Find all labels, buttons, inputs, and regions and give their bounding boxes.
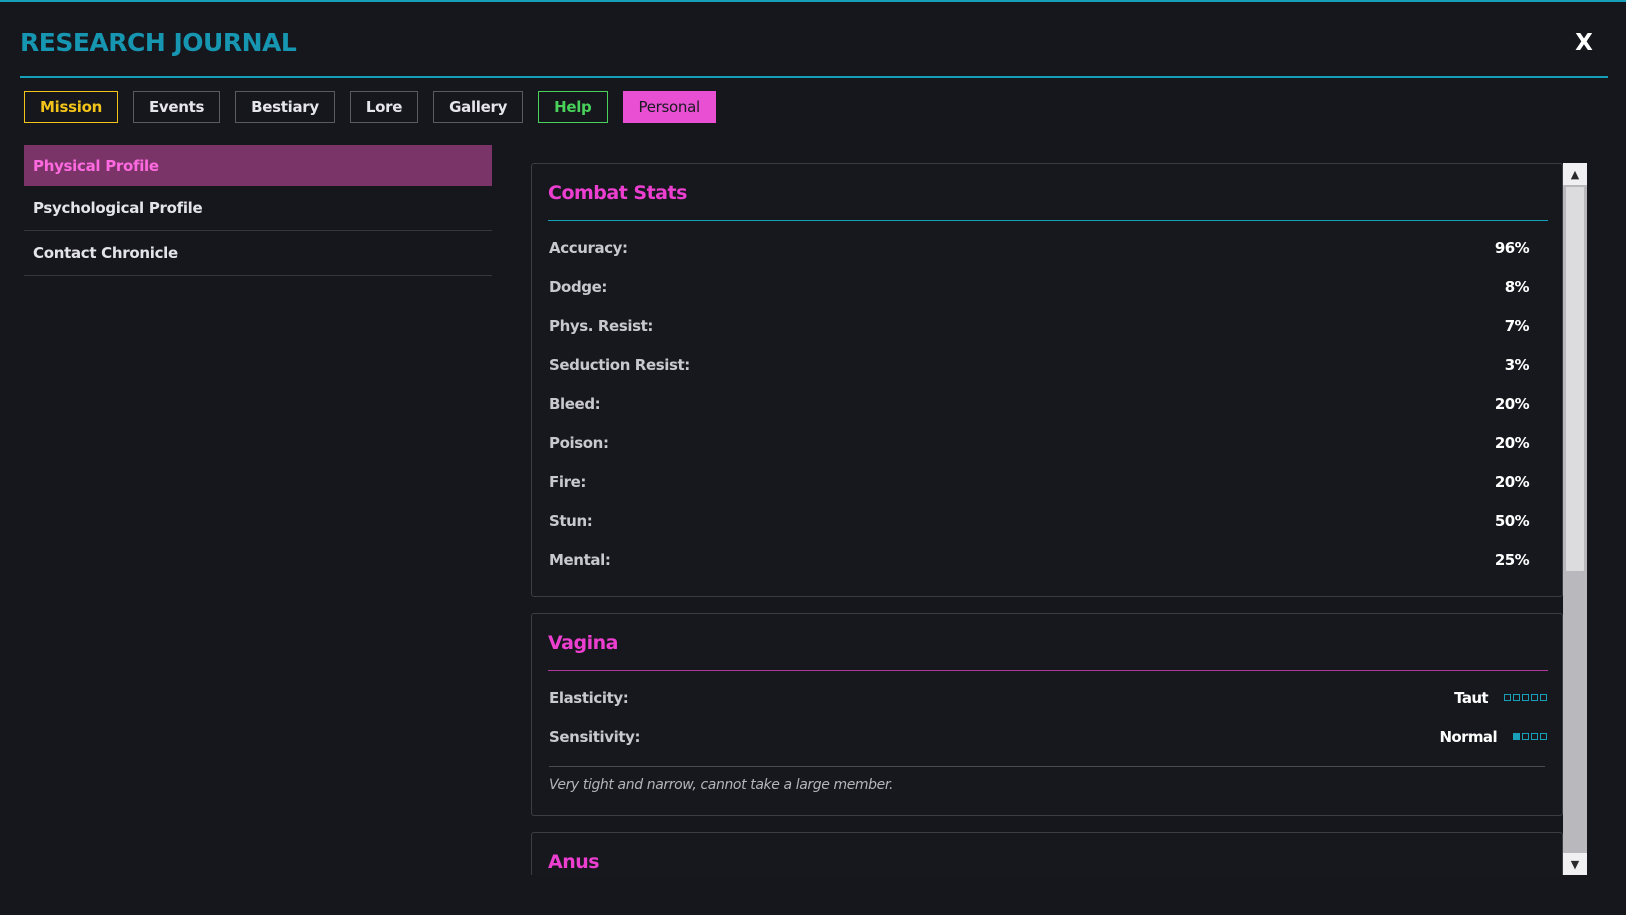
tab-mission[interactable]: Mission <box>24 91 118 123</box>
level-box <box>1531 733 1538 740</box>
tab-personal[interactable]: Personal <box>622 91 716 123</box>
anus-panel: Anus <box>531 832 1563 875</box>
attr-row-elasticity: Elasticity: Taut <box>549 678 1547 717</box>
combat-stats-panel: Combat Stats Accuracy: 96% Dodge: 8% Phy… <box>531 163 1563 597</box>
attr-value: Taut <box>1454 688 1488 707</box>
attr-label: Sensitivity: <box>549 727 641 746</box>
stat-row-poison: Poison: 20% <box>549 423 1530 462</box>
stat-value: 20% <box>1494 433 1530 452</box>
scroll-up-icon[interactable]: ▲ <box>1563 163 1587 185</box>
combat-stats-title: Combat Stats <box>548 182 687 204</box>
level-box <box>1504 694 1511 701</box>
tab-lore[interactable]: Lore <box>349 91 419 123</box>
tab-help[interactable]: Help <box>538 91 608 123</box>
content-scroll-area[interactable]: Combat Stats Accuracy: 96% Dodge: 8% Phy… <box>531 163 1563 875</box>
close-button[interactable]: X <box>1572 30 1596 58</box>
level-box <box>1513 733 1520 740</box>
level-box <box>1540 733 1547 740</box>
sidebar-item-psychological-profile[interactable]: Psychological Profile <box>24 186 492 231</box>
stat-value: 20% <box>1494 394 1530 413</box>
stat-row-stun: Stun: 50% <box>549 501 1530 540</box>
content-scrollbar[interactable]: ▲ ▼ <box>1563 163 1587 875</box>
stat-row-accuracy: Accuracy: 96% <box>549 228 1530 267</box>
stat-label: Mental: <box>549 550 611 569</box>
level-box <box>1522 694 1529 701</box>
combat-stats-divider <box>548 220 1548 221</box>
attr-label: Elasticity: <box>549 688 629 707</box>
header-divider <box>20 76 1608 78</box>
attr-row-sensitivity: Sensitivity: Normal <box>549 717 1547 756</box>
level-box <box>1531 694 1538 701</box>
tab-events[interactable]: Events <box>132 91 221 123</box>
note-divider <box>549 766 1545 767</box>
stat-label: Accuracy: <box>549 238 628 257</box>
vagina-divider <box>548 670 1548 671</box>
page-title: RESEARCH JOURNAL <box>20 28 297 57</box>
stat-value: 20% <box>1494 472 1530 491</box>
stat-value: 25% <box>1494 550 1530 569</box>
sidebar-item-contact-chronicle[interactable]: Contact Chronicle <box>24 231 492 276</box>
stat-value: 3% <box>1504 355 1530 374</box>
stat-label: Dodge: <box>549 277 608 296</box>
vagina-title: Vagina <box>548 632 618 654</box>
stat-row-fire: Fire: 20% <box>549 462 1530 501</box>
attr-value: Normal <box>1439 727 1497 746</box>
scrollbar-thumb[interactable] <box>1566 187 1584 571</box>
sidebar-item-physical-profile[interactable]: Physical Profile <box>24 145 492 186</box>
scroll-down-icon[interactable]: ▼ <box>1563 853 1587 875</box>
stat-row-phys-resist: Phys. Resist: 7% <box>549 306 1530 345</box>
stat-label: Bleed: <box>549 394 601 413</box>
elasticity-level-meter <box>1504 694 1547 701</box>
tab-bar: Mission Events Bestiary Lore Gallery Hel… <box>24 91 731 123</box>
stat-label: Stun: <box>549 511 593 530</box>
stat-value: 50% <box>1494 511 1530 530</box>
vagina-panel: Vagina Elasticity: Taut Sensitivity: Nor… <box>531 613 1563 816</box>
stat-label: Seduction Resist: <box>549 355 690 374</box>
stat-row-bleed: Bleed: 20% <box>549 384 1530 423</box>
stat-value: 7% <box>1504 316 1530 335</box>
stat-value: 96% <box>1494 238 1530 257</box>
stat-row-mental: Mental: 25% <box>549 540 1530 579</box>
anus-title: Anus <box>548 851 600 873</box>
top-accent-line <box>0 0 1626 2</box>
stat-label: Phys. Resist: <box>549 316 653 335</box>
stat-value: 8% <box>1504 277 1530 296</box>
tab-bestiary[interactable]: Bestiary <box>235 91 335 123</box>
level-box <box>1513 694 1520 701</box>
vagina-note: Very tight and narrow, cannot take a lar… <box>549 777 893 793</box>
tab-gallery[interactable]: Gallery <box>433 91 524 123</box>
sensitivity-level-meter <box>1513 733 1547 740</box>
stat-label: Fire: <box>549 472 586 491</box>
stat-label: Poison: <box>549 433 609 452</box>
stat-row-dodge: Dodge: 8% <box>549 267 1530 306</box>
sidebar: Physical Profile Psychological Profile C… <box>24 145 492 276</box>
stat-row-seduction-resist: Seduction Resist: 3% <box>549 345 1530 384</box>
level-box <box>1540 694 1547 701</box>
level-box <box>1522 733 1529 740</box>
